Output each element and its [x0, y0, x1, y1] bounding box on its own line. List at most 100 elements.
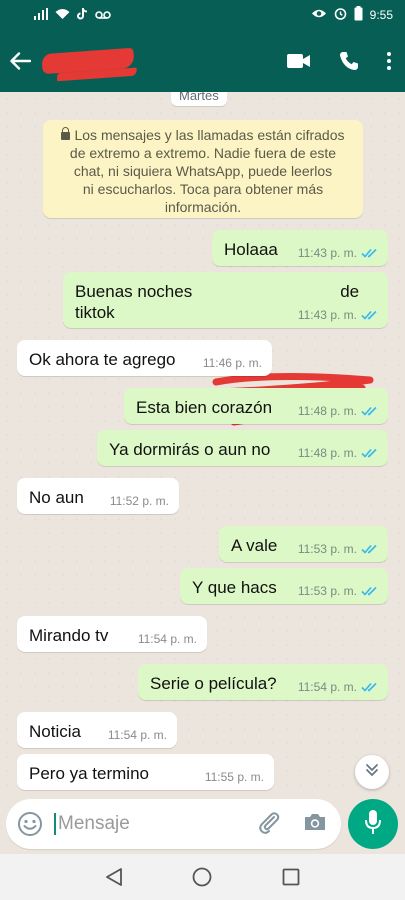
message-bubble-incoming[interactable]: Noticia 11:54 p. m.: [17, 712, 177, 748]
message-time: 11:54 p. m.: [137, 632, 197, 646]
message-time: 11:48 p. m.: [297, 404, 357, 418]
message-time: 11:53 p. m.: [297, 542, 357, 556]
message-time: 11:54 p. m.: [297, 680, 357, 694]
message-time: 11:48 p. m.: [297, 446, 357, 460]
emoji-icon[interactable]: [16, 810, 44, 838]
lock-icon: [61, 127, 71, 140]
message-bubble-outgoing[interactable]: Y que hacs 11:53 p. m.: [180, 568, 388, 604]
header-actions: [287, 51, 397, 71]
phone-icon[interactable]: [339, 51, 359, 71]
notice-line: chat, ni siquiera WhatsApp, puede leerlo…: [73, 163, 333, 179]
notice-line: de extremo a extremo. Nadie fuera de est…: [69, 145, 337, 161]
message-bubble-incoming[interactable]: Mirando tv 11:54 p. m.: [17, 616, 207, 652]
message-bubble-incoming[interactable]: Pero ya termino 11:55 p. m.: [17, 754, 274, 790]
composer-actions: [257, 810, 331, 839]
microphone-icon: [364, 809, 382, 840]
message-text: Pero ya termino: [29, 764, 149, 783]
message-text: No aun: [29, 488, 84, 507]
message-text: A vale: [231, 536, 278, 555]
chat-area[interactable]: Martes Los mensajes y las llamadas están…: [0, 92, 405, 797]
message-meta: 11:54 p. m.: [108, 728, 167, 742]
video-camera-icon[interactable]: [287, 53, 311, 69]
notice-line: información.: [164, 199, 242, 215]
double-check-icon: [361, 448, 378, 458]
message-time: 11:52 p. m.: [109, 494, 169, 508]
message-bubble-outgoing[interactable]: A vale 11:53 p. m.: [219, 526, 388, 562]
message-meta: 11:55 p. m.: [205, 770, 264, 784]
composer-bar: [0, 797, 405, 854]
notice-line: ni escucharlos. Toca para obtener más: [82, 181, 324, 197]
message-bubble-outgoing[interactable]: Esta bien corazón 11:48 p. m.: [124, 388, 388, 424]
double-check-icon: [361, 682, 378, 692]
message-meta: 11:48 p. m.: [298, 404, 378, 418]
tiktok-icon: [77, 7, 88, 23]
message-text: Y que hacs: [192, 578, 277, 597]
notice-line: Los mensajes y las llamadas están cifrad…: [53, 126, 353, 144]
message-bubble-incoming[interactable]: No aun 11:52 p. m.: [17, 478, 179, 514]
double-chevron-down-icon: [365, 763, 379, 782]
message-bubble-incoming[interactable]: Ok ahora te agrego 11:46 p. m.: [17, 340, 272, 376]
nav-recents-icon[interactable]: [282, 868, 300, 886]
attach-icon[interactable]: [257, 810, 281, 839]
double-check-icon: [361, 248, 378, 258]
message-bubble-outgoing[interactable]: Buenas noches de tiktok 11:43 p. m.: [63, 272, 388, 328]
message-bubble-outgoing[interactable]: Ya dormirás o aun no 11:48 p. m.: [97, 430, 388, 466]
camera-icon[interactable]: [303, 812, 327, 837]
message-text: Noticia: [29, 722, 81, 741]
double-check-icon: [361, 544, 378, 554]
message-bubble-outgoing[interactable]: Serie o película? 11:54 p. m.: [138, 664, 388, 700]
text-caret: [54, 813, 56, 835]
nav-back-icon[interactable]: [105, 867, 123, 887]
back-arrow-icon[interactable]: [6, 47, 34, 75]
message-time: 11:46 p. m.: [202, 356, 262, 370]
message-time: 11:54 p. m.: [107, 728, 167, 742]
message-text: Mirando tv: [29, 626, 109, 645]
chat-header: [0, 30, 405, 92]
status-icons-left: [34, 7, 111, 23]
double-check-icon: [361, 310, 378, 320]
message-text: Ok ahora te agrego: [29, 350, 176, 369]
alarm-icon: [334, 7, 347, 23]
message-meta: 11:43 p. m.: [298, 246, 378, 260]
encryption-notice[interactable]: Los mensajes y las llamadas están cifrad…: [43, 120, 363, 218]
message-input[interactable]: [58, 813, 228, 835]
status-time: 9:55: [369, 8, 393, 22]
scroll-to-bottom-button[interactable]: [355, 755, 389, 789]
message-text: Ya dormirás o aun no: [109, 440, 271, 459]
message-meta: 11:46 p. m.: [203, 356, 262, 370]
double-check-icon: [361, 406, 378, 416]
message-time: 11:43 p. m.: [297, 308, 357, 322]
message-time: 11:55 p. m.: [204, 770, 264, 784]
notice-text: Los mensajes y las llamadas están cifrad…: [74, 127, 345, 143]
message-time: 11:53 p. m.: [297, 584, 357, 598]
message-meta: 11:54 p. m.: [138, 632, 197, 646]
voice-message-button[interactable]: [348, 799, 398, 849]
message-text: Holaaa: [224, 240, 278, 259]
date-chip: Martes: [171, 92, 227, 106]
message-text: Serie o película?: [150, 674, 277, 693]
more-vertical-icon[interactable]: [387, 52, 391, 70]
message-meta: 11:52 p. m.: [110, 494, 169, 508]
message-text: Esta bien corazón: [136, 398, 273, 417]
battery-icon: [354, 6, 363, 24]
status-bar: 9:55: [0, 0, 405, 30]
voicemail-icon: [95, 8, 111, 23]
eye-icon: [311, 8, 327, 22]
message-text-line: tiktok: [75, 303, 115, 322]
status-icons-right: 9:55: [311, 6, 393, 24]
redacted-contact-name[interactable]: [41, 47, 135, 75]
system-nav-bar: [0, 854, 405, 900]
message-meta: 11:53 p. m.: [298, 584, 378, 598]
double-check-icon: [361, 586, 378, 596]
message-text-line: de: [340, 282, 360, 301]
message-meta: 11:53 p. m.: [298, 542, 378, 556]
message-meta: 11:43 p. m.: [298, 308, 378, 322]
signal-icon: [34, 7, 48, 23]
message-meta: 11:48 p. m.: [298, 446, 378, 460]
wifi-icon: [55, 8, 70, 23]
message-time: 11:43 p. m.: [297, 246, 357, 260]
message-text-line: Buenas noches: [75, 282, 193, 301]
nav-home-icon[interactable]: [192, 867, 212, 887]
message-bubble-outgoing[interactable]: Holaaa 11:43 p. m.: [212, 230, 388, 266]
composer: [6, 799, 341, 849]
